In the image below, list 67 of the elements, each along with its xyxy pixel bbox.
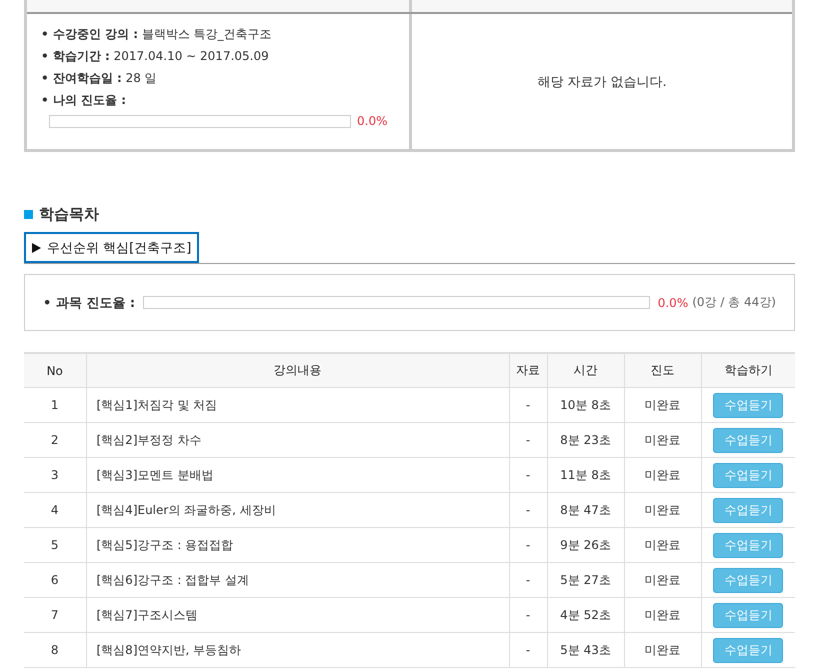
listen-button[interactable]: 수업듣기: [713, 428, 784, 452]
table-cell: -: [509, 388, 547, 422]
table-cell: [핵심2]부정정 차수: [86, 422, 509, 458]
table-cell: 9분 26초: [547, 528, 624, 562]
column-header: 시간: [547, 353, 624, 388]
table-cell: 11분 8초: [547, 458, 624, 492]
info-line: • 학습기간 : 2017.04.10 ~ 2017.05.09: [41, 48, 270, 65]
progress-label: • 나의 진도율 :: [41, 92, 128, 109]
column-header: 강의내용: [86, 353, 509, 388]
listen-button[interactable]: 수업듣기: [713, 532, 784, 558]
listen-button[interactable]: 수업듣기: [713, 392, 784, 418]
table-cell: 4: [24, 492, 86, 528]
table-cell: 8분 23초: [547, 422, 624, 458]
table-cell: -: [509, 562, 547, 598]
table-cell: 1: [24, 388, 86, 422]
table-cell: [핵심1]처짐각 및 처짐: [86, 388, 509, 422]
info-line: • 잔여학습일 : 28 일: [41, 70, 158, 87]
subject-progress-label: • 과목 진도율 :: [43, 294, 136, 312]
table-cell: [핵심4]Euler의 좌굴하중, 세장비: [86, 492, 509, 528]
column-header: 학습하기: [701, 353, 795, 388]
square-icon: [24, 210, 33, 218]
table-cell: 4분 52초: [547, 598, 624, 632]
table-cell: 5분 43초: [547, 632, 624, 668]
table-cell: [핵심6]강구조 : 접합부 설계: [86, 562, 509, 598]
column-header: 진도: [624, 353, 701, 388]
table-cell: -: [509, 632, 547, 668]
table-cell: 3: [24, 458, 86, 492]
table-cell: 미완료: [624, 562, 701, 598]
table-cell: -: [509, 458, 547, 492]
table-cell: 미완료: [624, 388, 701, 422]
progress-reading: 0.0%: [357, 114, 388, 128]
table-cell: 5분 27초: [547, 562, 624, 598]
table-cell: 8: [24, 632, 86, 668]
table-cell: 8분 47초: [547, 492, 624, 528]
table-cell: [핵심7]구조시스템: [86, 598, 509, 632]
table-cell: -: [509, 528, 547, 562]
progress-reading: 0.0%: [658, 296, 688, 310]
listen-button[interactable]: 수업듣기: [713, 498, 784, 522]
table-cell: -: [509, 492, 547, 528]
table-cell: -: [509, 598, 547, 632]
table-cell: 10분 8초: [547, 388, 624, 422]
table-cell: 미완료: [624, 422, 701, 458]
play-icon: [32, 242, 41, 252]
table-cell: 미완료: [624, 492, 701, 528]
table-cell: 2: [24, 422, 86, 458]
listen-button[interactable]: 수업듣기: [713, 462, 784, 488]
table-cell: 7: [24, 598, 86, 632]
table-cell: 6: [24, 562, 86, 598]
table-cell: [핵심5]강구조 : 용접접합: [86, 528, 509, 562]
listen-button[interactable]: 수업듣기: [713, 638, 784, 662]
table-cell: 미완료: [624, 632, 701, 668]
listen-button[interactable]: 수업듣기: [713, 568, 784, 592]
empty-message: 해당 자료가 없습니다.: [537, 74, 667, 90]
tab[interactable]: 우선순위 핵심[건축구조]: [24, 232, 200, 263]
column-header: 자료: [509, 353, 547, 388]
table-cell: 5: [24, 528, 86, 562]
listen-button[interactable]: 수업듣기: [713, 602, 784, 628]
table-cell: 미완료: [624, 528, 701, 562]
lecture-count: (0강 / 총 44강): [692, 294, 776, 311]
info-line: • 수강중인 강의 : 블랙박스 특강_건축구조: [41, 26, 273, 43]
table-cell: 미완료: [624, 598, 701, 632]
column-header: No: [24, 353, 86, 388]
table-cell: -: [509, 422, 547, 458]
table-cell: [핵심8]연약지반, 부등침하: [86, 632, 509, 668]
table-cell: [핵심3]모멘트 분배법: [86, 458, 509, 492]
table-cell: 미완료: [624, 458, 701, 492]
section-title: 학습목차: [39, 204, 99, 224]
